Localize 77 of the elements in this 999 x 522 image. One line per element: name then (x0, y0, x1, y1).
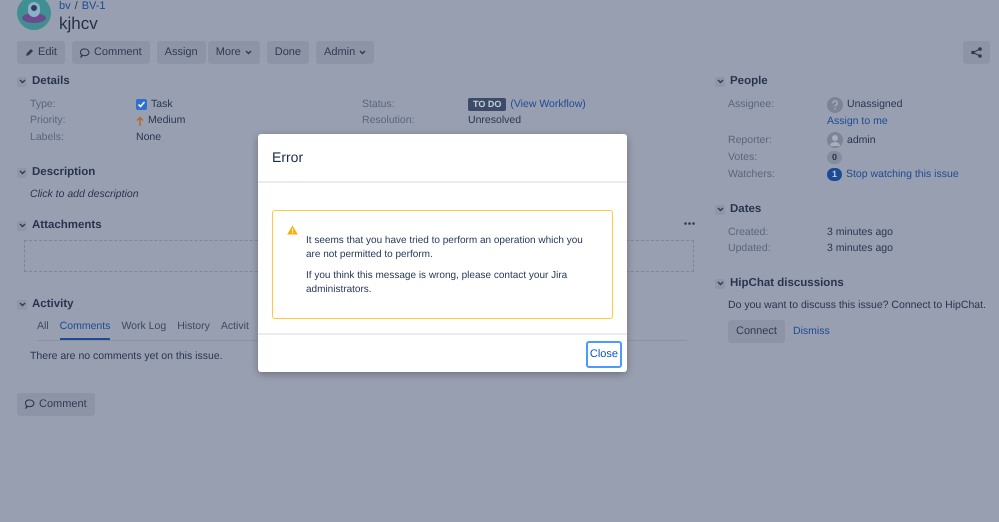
more-options-icon[interactable] (684, 222, 695, 225)
error-message-text: It seems that you have tried to perform an operation which you are not permitted to perform. (306, 234, 584, 261)
toolbar-button[interactable]: Done (266, 41, 310, 64)
chevron-icon[interactable] (715, 76, 725, 87)
chevron-icon[interactable] (17, 168, 27, 178)
toolbar-button[interactable]: Comment (72, 41, 150, 64)
issue-title: kjhcv (59, 14, 99, 34)
user-avatar-icon (827, 132, 843, 148)
view-workflow-link[interactable]: (View Workflow) (510, 96, 586, 113)
field-label: Priority: (30, 113, 67, 128)
breadcrumb-link[interactable]: BV-1 (82, 0, 106, 14)
chevron-icon[interactable] (715, 278, 725, 289)
comment-button[interactable]: Comment (17, 392, 95, 416)
assignee-name: Unassigned (847, 97, 902, 112)
share-icon (971, 47, 982, 58)
activity-tab[interactable]: Comments (60, 319, 110, 340)
field-label: Reporter: (728, 132, 773, 148)
caret-icon (359, 50, 366, 56)
breadcrumb-separator: / (74, 0, 78, 14)
section-heading: Dates (730, 202, 762, 217)
field-value: None (136, 130, 162, 145)
field-label: Updated: (728, 241, 772, 256)
caret-icon (244, 50, 252, 56)
close-button[interactable]: Close (586, 341, 622, 368)
pencil-icon (25, 48, 34, 58)
section-heading: Activity (32, 297, 74, 312)
field-label: Watchers: (728, 166, 776, 182)
hipchat-prompt-text: Do you want to discuss this issue? Connect to HipChat. (727, 298, 987, 314)
status-badge: TO DO (468, 98, 506, 112)
chevron-icon[interactable] (17, 300, 27, 310)
activity-tab[interactable]: Activit (220, 319, 249, 340)
field-label: Assignee: (728, 97, 776, 112)
toolbar-button[interactable]: Assign (156, 41, 206, 64)
comment-icon (25, 399, 35, 410)
activity-tab[interactable]: All (37, 319, 49, 340)
section-heading: HipChat discussions (730, 276, 844, 292)
section-heading: People (730, 74, 768, 90)
breadcrumb-link[interactable]: bv (59, 0, 71, 14)
field-value: Medium (148, 113, 186, 128)
field-label: Type: (30, 96, 57, 112)
section-heading: Description (32, 164, 96, 180)
empty-comments-text: There are no comments yet on this issue. (30, 349, 224, 364)
toolbar-button[interactable]: Edit (17, 41, 65, 64)
activity-tab[interactable]: Work Log (121, 319, 166, 340)
field-label: Labels: (30, 130, 65, 145)
reporter-name: admin (847, 132, 876, 148)
section-heading: Details (32, 74, 70, 90)
field-value: Unresolved (468, 113, 522, 128)
chevron-icon[interactable] (17, 76, 27, 87)
dropdown-button[interactable]: Admin (316, 41, 374, 64)
project-avatar-icon (17, 0, 51, 30)
error-message-text: If you think this message is wrong, please contact your Jira administrators. (306, 269, 568, 296)
dismiss-link[interactable]: Dismiss (792, 324, 830, 340)
assign-to-me-link[interactable]: Assign to me (827, 114, 888, 130)
field-label: Resolution: (362, 113, 416, 128)
unknown-user-avatar-icon (827, 96, 843, 113)
field-value: Task (151, 96, 173, 112)
stop-watching-link[interactable]: Stop watching this issue (846, 166, 959, 182)
field-label: Votes: (728, 150, 758, 165)
dropdown-button[interactable]: More (208, 41, 260, 64)
comment-icon (80, 48, 90, 58)
dialog-title: Error (258, 134, 627, 183)
share-button[interactable] (963, 41, 990, 64)
field-label: Status: (362, 96, 396, 112)
warning-icon (287, 225, 298, 235)
connect-button[interactable]: Connect (728, 320, 785, 344)
checkbox-icon (136, 99, 147, 110)
chevron-icon[interactable] (17, 220, 27, 231)
field-label: Created: (728, 224, 770, 240)
vote-count: 0 (827, 150, 842, 164)
activity-tab[interactable]: History (177, 319, 210, 340)
section-heading: Attachments (32, 218, 102, 233)
watcher-count: 1 (827, 168, 842, 182)
chevron-icon[interactable] (715, 204, 725, 215)
arrow-up-icon (136, 116, 144, 126)
date-value: 3 minutes ago (827, 241, 893, 256)
date-value: 3 minutes ago (827, 224, 893, 240)
